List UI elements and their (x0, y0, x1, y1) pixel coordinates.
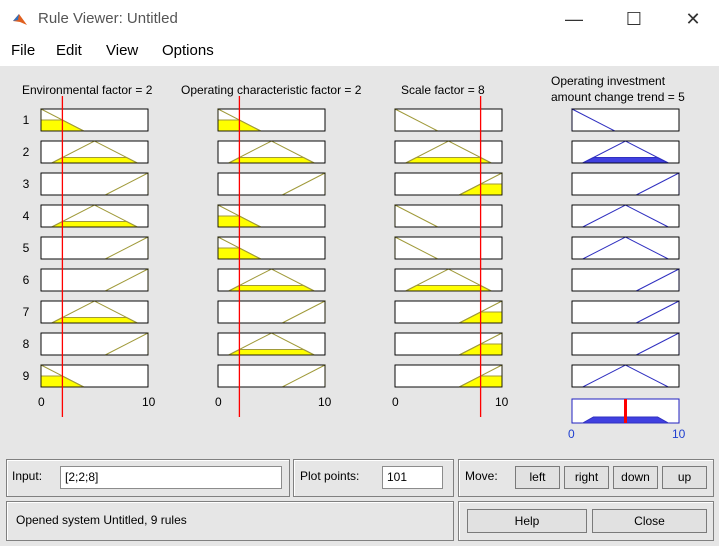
mf-plot-box[interactable] (40, 268, 149, 292)
mf-plot-box[interactable] (217, 172, 326, 196)
rule-plots (40, 96, 680, 424)
status-text: Opened system Untitled, 9 rules (16, 513, 187, 527)
mf-plot-box[interactable] (40, 236, 149, 260)
move-label: Move: (465, 469, 498, 483)
input-field[interactable]: [2;2;8] (60, 466, 282, 489)
input-label: Input: (12, 469, 43, 483)
matlab-logo-icon (13, 14, 27, 25)
mf-plot-box[interactable] (217, 300, 326, 324)
minimize-icon: — (565, 8, 583, 29)
menu-file[interactable]: File (11, 42, 35, 59)
move-right-button[interactable]: right (564, 466, 609, 489)
mf-fill (228, 157, 315, 164)
mf-plot-box[interactable] (40, 332, 149, 356)
title-bar: Rule Viewer: Untitled — ☐ ✕ (0, 0, 719, 38)
control-area: Input: [2;2;8] Plot points: 101 Move: le… (0, 452, 719, 546)
status-panel: Opened system Untitled, 9 rules (6, 501, 454, 541)
input2-axis-max: 10 (318, 395, 332, 409)
mf-fill (405, 157, 492, 164)
output-mf-box[interactable] (571, 300, 680, 324)
move-up-button[interactable]: up (662, 466, 707, 489)
help-button[interactable]: Help (467, 509, 587, 533)
maximize-button[interactable]: ☐ (611, 4, 657, 34)
mf-fill (51, 317, 138, 324)
menu-view[interactable]: View (106, 42, 138, 59)
plot-points-label: Plot points: (300, 469, 360, 483)
close-window-button[interactable]: ✕ (670, 4, 716, 34)
mf-plot-box[interactable] (40, 172, 149, 196)
help-close-panel: Help Close (458, 501, 714, 541)
mf-fill (228, 285, 315, 292)
input2-axis-min: 0 (215, 395, 222, 409)
mf-fill (51, 157, 138, 164)
move-panel: Move: left right down up (458, 459, 714, 497)
mf-fill (405, 285, 492, 292)
output-mf-box[interactable] (571, 332, 680, 356)
output-mf-fill (582, 157, 669, 164)
plot-points-panel: Plot points: 101 (293, 459, 454, 497)
menu-bar: File Edit View Options (0, 38, 719, 66)
output-mf-box[interactable] (571, 172, 680, 196)
close-icon: ✕ (685, 8, 701, 29)
minimize-button[interactable]: — (551, 4, 597, 34)
window-title: Rule Viewer: Untitled (38, 10, 178, 27)
maximize-icon: ☐ (625, 8, 643, 29)
mf-plot-box[interactable] (394, 236, 503, 260)
input-panel: Input: [2;2;8] (6, 459, 290, 497)
input1-axis-min: 0 (38, 395, 45, 409)
mf-fill (228, 349, 315, 356)
menu-options[interactable]: Options (162, 42, 214, 59)
output-mf-box[interactable] (571, 268, 680, 292)
close-button[interactable]: Close (592, 509, 707, 533)
input3-axis-max: 10 (495, 395, 509, 409)
output-axis-min: 0 (568, 427, 575, 441)
output-mf-box[interactable] (571, 108, 680, 132)
mf-plot-box[interactable] (394, 204, 503, 228)
plot-points-field[interactable]: 101 (382, 466, 443, 489)
move-down-button[interactable]: down (613, 466, 658, 489)
menu-edit[interactable]: Edit (56, 42, 82, 59)
mf-fill (51, 221, 138, 228)
mf-plot-box[interactable] (217, 364, 326, 388)
output-axis-max: 10 (672, 427, 686, 441)
mf-plot-box[interactable] (394, 108, 503, 132)
input1-axis-max: 10 (142, 395, 156, 409)
move-left-button[interactable]: left (515, 466, 560, 489)
rule-plot-area: Environmental factor = 2 Operating chara… (0, 66, 719, 452)
input3-axis-min: 0 (392, 395, 399, 409)
